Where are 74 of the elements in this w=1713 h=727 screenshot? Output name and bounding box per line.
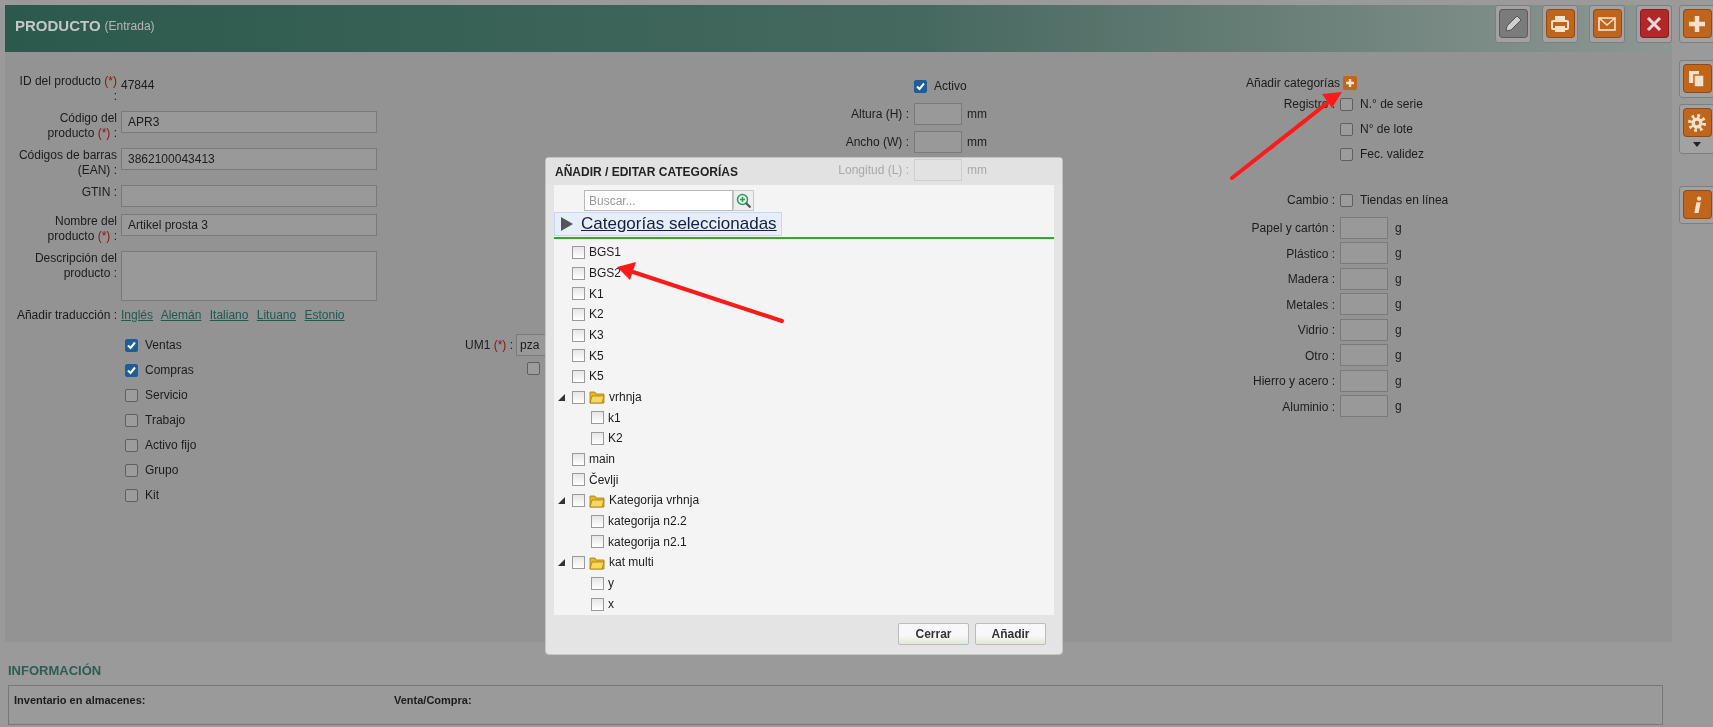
text-field[interactable]: APR3 [121, 111, 377, 133]
dialog-button[interactable]: Añadir [975, 623, 1046, 645]
checkbox-label: Activo [934, 78, 967, 94]
category-label: K3 [589, 327, 604, 343]
field-label: GTIN : [80, 185, 118, 200]
unit-label: mm [967, 162, 988, 178]
category-label: kat multi [609, 555, 654, 570]
unit-label: g [1395, 322, 1402, 337]
field-label: Otro : [1304, 347, 1335, 363]
field-label: Cambio : [1285, 192, 1335, 208]
section-label: Añadir categorías [1246, 75, 1341, 91]
unit-label: g [1395, 220, 1402, 235]
field-label: Descripción del producto : [33, 251, 118, 281]
category-label: kategorija n2.1 [608, 534, 687, 550]
category-label: K2 [589, 307, 604, 322]
category-label: k1 [608, 410, 621, 426]
category-label: Kategorija vrhnja [609, 493, 700, 508]
field-label: Madera : [1286, 271, 1335, 287]
category-label: K5 [589, 369, 604, 384]
field-label: UM1 (*) : [465, 337, 513, 353]
category-label: vrhnja [609, 389, 642, 405]
field-label: Añadir traducción : [15, 308, 118, 323]
unit-label: g [1395, 246, 1402, 261]
category-label: BGS2 [589, 265, 621, 281]
unit-label: mm [967, 106, 988, 122]
checkbox-label: Grupo [145, 463, 179, 478]
field-label: Papel y cartón : [1250, 220, 1335, 236]
checkbox-label: Kit [145, 488, 159, 503]
category-label: Čevlji [589, 472, 619, 488]
page-subtitle: (Entrada) [104, 19, 155, 34]
field-label: Código del producto (*) : [46, 111, 118, 141]
checkbox-label: Fec. validez [1360, 147, 1425, 162]
text-field[interactable]: 3862100043413 [121, 148, 377, 170]
category-label: y [608, 576, 614, 591]
dialog-button[interactable]: Cerrar [898, 623, 969, 645]
category-label: x [608, 596, 614, 612]
unit-label: g [1395, 348, 1402, 363]
field-label: Metales : [1285, 296, 1335, 312]
search-field[interactable]: Buscar... [584, 190, 733, 211]
field-label: ID del producto (*) : [18, 74, 118, 104]
field-label: Códigos de barras (EAN) : [17, 148, 118, 178]
field-label: Nombre del producto (*) : [46, 214, 118, 244]
checkbox-label: Trabajo [145, 413, 186, 428]
category-label: K2 [608, 431, 623, 446]
checkbox-label: Servicio [145, 388, 188, 403]
field-label: Longitud (L) : [838, 162, 909, 178]
category-label: main [589, 452, 615, 467]
category-label: kategorija n2.2 [608, 514, 687, 529]
unit-label: g [1395, 373, 1402, 388]
column-heading: Inventario en almacenes: [14, 693, 147, 708]
checkbox-label: Ventas [145, 338, 182, 353]
field-label: Aluminio : [1281, 398, 1335, 414]
category-label: K5 [589, 348, 604, 363]
field-label: Altura (H) : [851, 106, 909, 122]
checkbox-label: Tiendas en línea [1360, 193, 1449, 208]
page-title: PRODUCTO [15, 17, 101, 35]
section-title: INFORMACIÓN [8, 663, 103, 679]
checkbox-label: N° de lote [1360, 122, 1413, 137]
unit-label: g [1395, 271, 1402, 286]
checkbox-label: Activo fijo [145, 438, 197, 453]
checkbox-label: Compras [145, 363, 194, 378]
category-label: BGS1 [589, 245, 621, 260]
field-label: Hierro y acero : [1251, 373, 1335, 389]
checkbox-label: N.° de serie [1360, 97, 1423, 112]
text-field[interactable]: Artikel prosta 3 [121, 214, 377, 236]
field-value: 47844 [121, 77, 155, 93]
field-label: Plástico : [1285, 245, 1335, 261]
unit-label: mm [967, 134, 988, 150]
field-label: Ancho (W) : [845, 134, 909, 150]
unit-label: g [1395, 399, 1402, 414]
field-label: Vidrio : [1296, 322, 1335, 338]
category-label: K1 [589, 286, 604, 301]
unit-label: g [1395, 297, 1402, 312]
column-heading: Venta/Compra: [394, 693, 473, 708]
